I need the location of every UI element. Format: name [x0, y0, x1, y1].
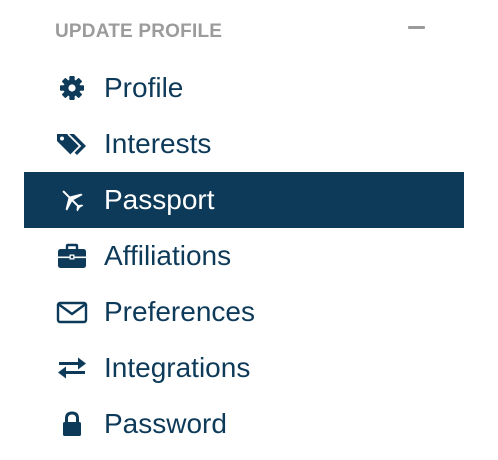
menu-item-password[interactable]: Password	[24, 396, 464, 452]
update-profile-panel: UPDATE PROFILE Profile Interests Passpor…	[0, 0, 498, 460]
plane-icon	[54, 186, 90, 214]
envelope-icon	[54, 298, 90, 326]
exchange-icon	[54, 354, 90, 382]
menu-item-label: Integrations	[104, 352, 251, 383]
panel-header: UPDATE PROFILE	[0, 0, 498, 60]
menu-item-profile[interactable]: Profile	[24, 60, 464, 116]
menu-item-integrations[interactable]: Integrations	[24, 340, 464, 396]
panel-title: UPDATE PROFILE	[55, 21, 223, 42]
menu-item-interests[interactable]: Interests	[24, 116, 464, 172]
gear-icon	[54, 74, 90, 102]
menu-item-label: Preferences	[104, 296, 255, 327]
menu-item-label: Password	[104, 408, 227, 439]
menu-item-preferences[interactable]: Preferences	[24, 284, 464, 340]
collapse-button[interactable]	[400, 18, 432, 38]
minus-icon	[408, 26, 425, 29]
menu-item-label: Profile	[104, 72, 184, 103]
lock-icon	[54, 410, 90, 438]
menu-item-label: Affiliations	[104, 240, 232, 271]
briefcase-icon	[54, 242, 90, 270]
menu-item-passport[interactable]: Passport	[24, 172, 464, 228]
profile-menu: Profile Interests Passport Affiliations …	[24, 60, 464, 452]
menu-item-affiliations[interactable]: Affiliations	[24, 228, 464, 284]
menu-item-label: Interests	[104, 128, 212, 159]
menu-item-label: Passport	[104, 184, 215, 215]
tags-icon	[54, 130, 90, 158]
